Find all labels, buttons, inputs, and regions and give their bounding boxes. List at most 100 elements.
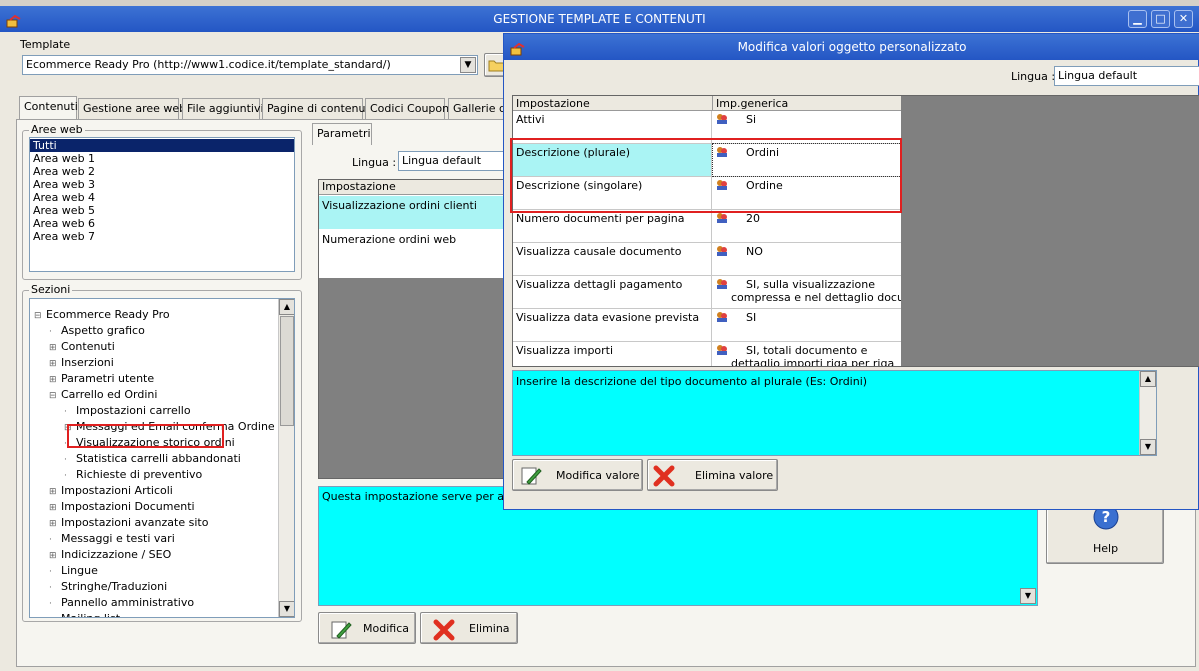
tree-item[interactable]: ⊞ Impostazioni Articoli bbox=[49, 483, 173, 499]
chevron-down-icon[interactable]: ▼ bbox=[460, 57, 476, 73]
tree-scrollbar[interactable]: ▲ ▼ bbox=[278, 299, 294, 617]
tree-expander-icon[interactable]: ⊞ bbox=[49, 516, 61, 532]
maximize-icon[interactable]: □ bbox=[1151, 10, 1170, 28]
tree-item-label: Richieste di preventivo bbox=[76, 468, 203, 481]
dialog-lingua-combo[interactable]: Lingua default bbox=[1054, 66, 1199, 86]
table-row[interactable]: Visualizza causale documento NO bbox=[513, 243, 901, 276]
tree-item[interactable]: · Richieste di preventivo bbox=[64, 467, 202, 483]
dialog-description-text: Inserire la descrizione del tipo documen… bbox=[516, 375, 868, 388]
list-item[interactable]: Tutti bbox=[30, 139, 294, 152]
scroll-thumb[interactable] bbox=[280, 316, 294, 426]
template-combo[interactable]: Ecommerce Ready Pro (http://www1.codice.… bbox=[22, 55, 478, 75]
minimize-icon[interactable]: ▁ bbox=[1128, 10, 1147, 28]
users-icon bbox=[716, 212, 728, 224]
edit-icon bbox=[331, 621, 352, 639]
header-divider bbox=[712, 96, 713, 111]
dialog-window: Modifica valori oggetto personalizzato L… bbox=[503, 33, 1199, 510]
tree-item[interactable]: ⊞ Inserzioni bbox=[49, 355, 114, 371]
scroll-down-icon[interactable]: ▼ bbox=[1020, 588, 1036, 604]
list-item[interactable]: Area web 6 bbox=[30, 217, 294, 230]
list-item[interactable]: Area web 4 bbox=[30, 191, 294, 204]
row-value-cell[interactable]: SI, totali documento e dettaglio importi … bbox=[713, 342, 901, 366]
tree-expander-icon[interactable]: ⊞ bbox=[49, 500, 61, 516]
table-row[interactable]: Visualizza importi SI, totali documento e… bbox=[513, 342, 901, 366]
tree-item-label: Contenuti bbox=[61, 340, 115, 353]
tab-codici-coupon[interactable]: Codici Coupon bbox=[365, 98, 449, 120]
sezioni-tree[interactable]: ⊟ Ecommerce Ready Pro · Aspetto grafico ⊞ Con… bbox=[29, 298, 295, 618]
main-title-bar[interactable]: GESTIONE TEMPLATE E CONTENUTI ▁ □ ✕ bbox=[0, 6, 1199, 32]
tree-item[interactable]: ⊞ Indicizzazione / SEO bbox=[49, 547, 171, 563]
modifica-button[interactable]: Modifica bbox=[318, 612, 416, 644]
tree-expander-icon[interactable]: ⊞ bbox=[49, 356, 61, 372]
parametri-lingua-combo[interactable]: Lingua default bbox=[398, 151, 508, 171]
tree-item[interactable]: ⊞ Impostazioni avanzate sito bbox=[49, 515, 208, 531]
list-item[interactable]: Area web 1 bbox=[30, 152, 294, 165]
tab-pagine-di-contenuti[interactable]: Pagine di contenuti bbox=[262, 98, 373, 120]
tree-item[interactable]: · Impostazioni carrello bbox=[64, 403, 191, 419]
tree-item[interactable]: · Messaggi e testi vari bbox=[49, 531, 175, 547]
tree-item-label: Impostazioni carrello bbox=[76, 404, 191, 417]
elimina-button[interactable]: Elimina bbox=[420, 612, 518, 644]
table-row[interactable]: Visualizza data evasione prevista SI bbox=[513, 309, 901, 342]
list-item[interactable]: Area web 5 bbox=[30, 204, 294, 217]
tree-connector-icon: · bbox=[49, 327, 52, 337]
scroll-down-icon[interactable]: ▼ bbox=[1140, 439, 1156, 455]
tab-gestione-aree-web[interactable]: Gestione aree web bbox=[78, 98, 186, 120]
tab-parametri[interactable]: Parametri bbox=[312, 123, 372, 145]
table-row[interactable]: Numero documenti per pagina 20 bbox=[513, 210, 901, 243]
tree-item[interactable]: · Statistica carrelli abbandonati bbox=[64, 451, 241, 467]
close-icon[interactable]: ✕ bbox=[1174, 10, 1193, 28]
row-value: SI bbox=[746, 311, 757, 324]
tree-expander-icon[interactable]: ⊞ bbox=[49, 484, 61, 500]
tree-item[interactable]: · Aspetto grafico bbox=[49, 323, 145, 339]
tree-expander-icon[interactable]: ⊟ bbox=[34, 308, 46, 324]
aree-web-list[interactable]: Tutti Area web 1 Area web 2 Area web 3 A… bbox=[29, 137, 295, 272]
row-value-cell[interactable]: SI, sulla visualizzazione compressa e nel… bbox=[713, 276, 901, 308]
scroll-up-icon[interactable]: ▲ bbox=[279, 299, 294, 315]
param-row-selected[interactable]: Visualizzazione ordini clienti bbox=[319, 196, 509, 229]
tree-item[interactable]: ⊞ Impostazioni Documenti bbox=[49, 499, 195, 515]
tree-item[interactable]: · Stringhe/Traduzioni bbox=[49, 579, 167, 595]
list-item[interactable]: Area web 7 bbox=[30, 230, 294, 243]
tree-item[interactable]: ⊞ Parametri utente bbox=[49, 371, 154, 387]
highlight-tree-item bbox=[67, 424, 224, 448]
elimina-valore-label: Elimina valore bbox=[695, 469, 774, 482]
tree-item[interactable]: · Pannello amministrativo bbox=[49, 595, 194, 611]
row-value-cell[interactable]: SI bbox=[713, 309, 901, 341]
scroll-down-icon[interactable]: ▼ bbox=[279, 601, 294, 617]
row-value-cell[interactable]: NO bbox=[713, 243, 901, 275]
elimina-valore-button[interactable]: Elimina valore bbox=[647, 459, 778, 491]
param-row[interactable]: Numerazione ordini web bbox=[319, 230, 509, 263]
row-name: Visualizza importi bbox=[513, 342, 712, 366]
tree-expander-icon[interactable]: ⊞ bbox=[49, 340, 61, 356]
main-window-title: GESTIONE TEMPLATE E CONTENUTI bbox=[493, 12, 706, 26]
delete-icon bbox=[433, 619, 455, 641]
tree-item-label: Lingue bbox=[61, 564, 98, 577]
parametri-lingua-label: Lingua : bbox=[352, 156, 397, 169]
modifica-valore-button[interactable]: Modifica valore bbox=[512, 459, 643, 491]
tree-item[interactable]: ·Mailing list bbox=[49, 611, 120, 617]
parametri-description-text: Questa impostazione serve per attivar bbox=[322, 490, 534, 503]
tree-item-label: Impostazioni Documenti bbox=[61, 500, 195, 513]
row-value-cell[interactable]: 20 bbox=[713, 210, 901, 242]
tree-item[interactable]: ⊞ Contenuti bbox=[49, 339, 115, 355]
row-name: Visualizza data evasione prevista bbox=[513, 309, 712, 341]
tree-item[interactable]: ⊟ Ecommerce Ready Pro bbox=[34, 307, 170, 323]
tab-contenuti[interactable]: Contenuti bbox=[19, 96, 78, 120]
list-item[interactable]: Area web 2 bbox=[30, 165, 294, 178]
list-item[interactable]: Area web 3 bbox=[30, 178, 294, 191]
tab-file-aggiuntivi[interactable]: File aggiuntivi bbox=[182, 98, 264, 120]
tree-expander-icon[interactable]: ⊞ bbox=[49, 372, 61, 388]
tree-item-label: Parametri utente bbox=[61, 372, 155, 385]
tree-item[interactable]: ⊟ Carrello ed Ordini bbox=[49, 387, 157, 403]
tree-item-label: Pannello amministrativo bbox=[61, 596, 195, 609]
tree-expander-icon[interactable]: ⊞ bbox=[49, 548, 61, 564]
tree-expander-icon[interactable]: ⊟ bbox=[49, 388, 61, 404]
dialog-description-scrollbar[interactable]: ▲ ▼ bbox=[1139, 371, 1156, 455]
tab-gallerie[interactable]: Gallerie di bbox=[448, 98, 509, 120]
tree-item-label: Stringhe/Traduzioni bbox=[61, 580, 168, 593]
tree-item[interactable]: · Lingue bbox=[49, 563, 98, 579]
scroll-up-icon[interactable]: ▲ bbox=[1140, 371, 1156, 387]
dialog-title-bar[interactable]: Modifica valori oggetto personalizzato bbox=[504, 34, 1199, 60]
table-row[interactable]: Visualizza dettagli pagamento SI, sulla v… bbox=[513, 276, 901, 309]
